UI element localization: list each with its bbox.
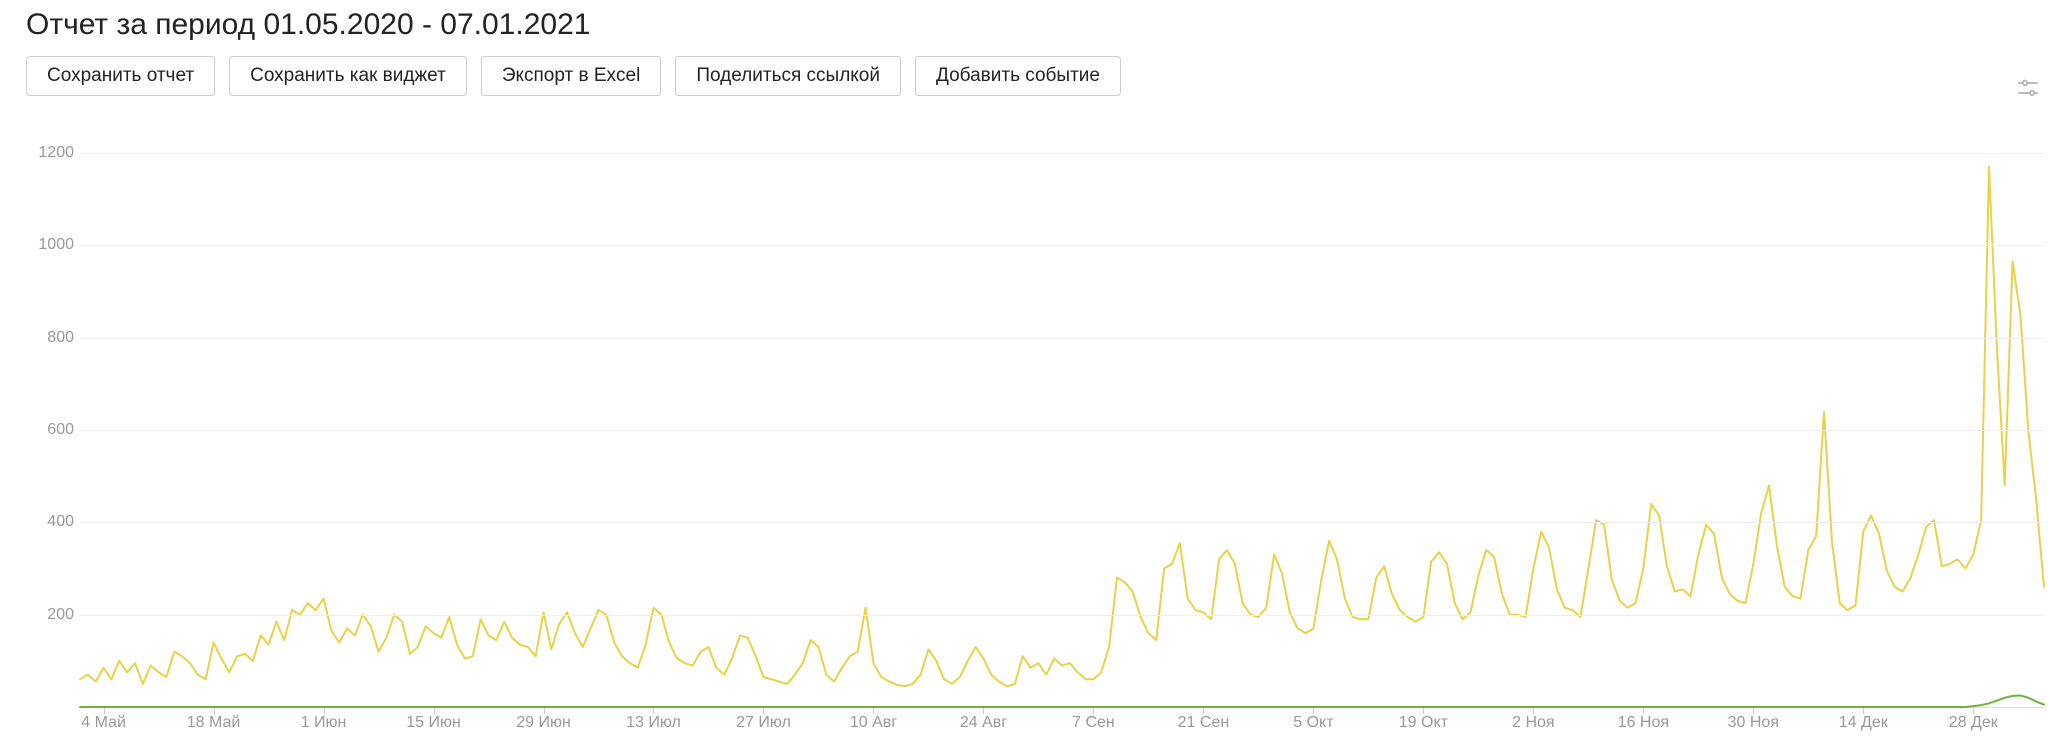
chart-x-label: 1 Июн [301, 714, 347, 732]
export-excel-button[interactable]: Экспорт в Excel [481, 56, 662, 96]
chart-gridline [80, 338, 2044, 339]
chart-y-label: 200 [26, 606, 74, 624]
settings-icon[interactable] [2016, 76, 2040, 100]
chart-x-label: 21 Сен [1178, 714, 1230, 732]
chart-x-label: 24 Авг [960, 714, 1007, 732]
chart-x-label: 29 Июн [516, 714, 571, 732]
chart-x-label: 30 Ноя [1728, 714, 1779, 732]
chart-gridline [80, 522, 2044, 523]
save-widget-button[interactable]: Сохранить как виджет [229, 56, 467, 96]
chart-x-label: 5 Окт [1293, 714, 1333, 732]
chart-x-axis: 4 Май 18 Май 1 Июн 15 Июн 29 Июн 13 Июл 27 Июл… [80, 708, 2044, 738]
chart-y-label: 1000 [26, 236, 74, 254]
chart-gridline [80, 153, 2044, 154]
save-report-button[interactable]: Сохранить отчет [26, 56, 215, 96]
chart-x-label: 16 Ноя [1618, 714, 1669, 732]
page-title: Отчет за период 01.05.2020 - 07.01.2021 [26, 8, 2022, 42]
chart-x-label: 4 Май [81, 714, 126, 732]
chart-x-label: 14 Дек [1839, 714, 1888, 732]
chart-y-label: 600 [26, 421, 74, 439]
chart-x-label: 15 Июн [406, 714, 461, 732]
chart-x-label: 27 Июл [736, 714, 791, 732]
chart-x-label: 2 Ноя [1512, 714, 1554, 732]
chart: 20040060080010001200 4 Май18 Май1 Июн15 … [26, 130, 2044, 738]
chart-x-label: 10 Авг [850, 714, 897, 732]
chart-x-label: 28 Дек [1949, 714, 1998, 732]
chart-x-label: 7 Сен [1072, 714, 1115, 732]
chart-plot[interactable]: 20040060080010001200 [80, 130, 2044, 708]
chart-x-label: 18 Май [187, 714, 241, 732]
chart-y-label: 800 [26, 329, 74, 347]
chart-y-label: 400 [26, 513, 74, 531]
chart-x-label: 19 Окт [1399, 714, 1448, 732]
chart-x-label: 13 Июл [626, 714, 681, 732]
chart-y-label: 1200 [26, 144, 74, 162]
chart-gridline [80, 615, 2044, 616]
add-event-button[interactable]: Добавить событие [915, 56, 1121, 96]
chart-gridline [80, 430, 2044, 431]
report-toolbar: Сохранить отчет Сохранить как виджет Экс… [26, 56, 2022, 96]
chart-gridline [80, 245, 2044, 246]
share-link-button[interactable]: Поделиться ссылкой [675, 56, 901, 96]
